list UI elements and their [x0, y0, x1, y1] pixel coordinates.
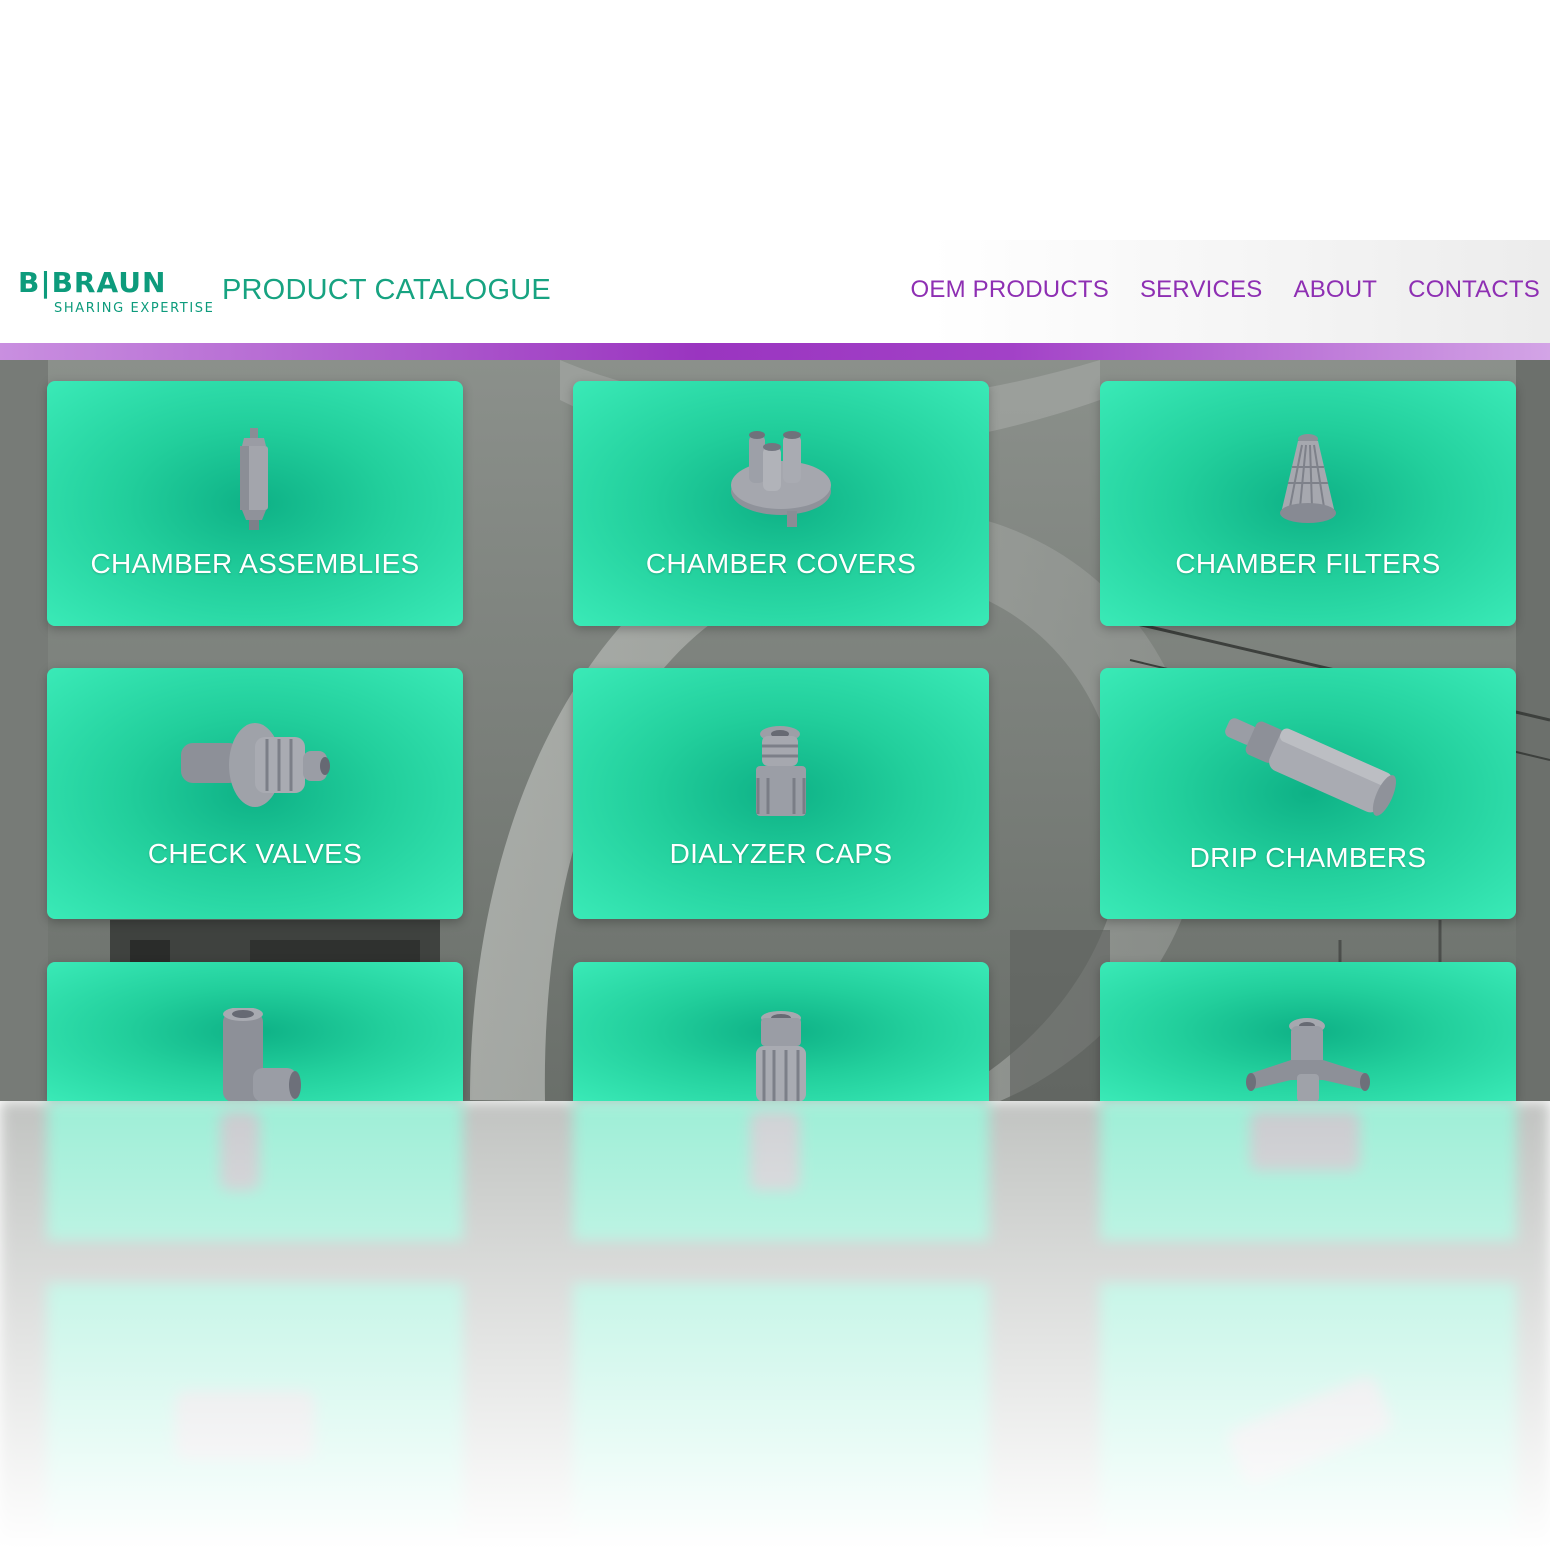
dialyzer-cap-icon	[756, 726, 806, 816]
reflection-fade	[0, 1101, 1550, 1550]
tile-chamber-filters[interactable]: CHAMBER FILTERS	[1100, 381, 1516, 626]
tile-luer-connectors[interactable]	[573, 962, 989, 1101]
tee-connector-icon	[223, 1008, 301, 1101]
tile-label: DIALYZER CAPS	[669, 838, 893, 869]
tile-chamber-covers[interactable]: CHAMBER COVERS	[573, 381, 989, 626]
drip-chamber-icon	[1225, 718, 1396, 816]
luer-connector-icon	[756, 1011, 806, 1101]
cross-connector-icon	[1246, 1018, 1370, 1101]
reflection-overlay	[0, 1101, 1550, 1550]
tile-chamber-assemblies[interactable]: CHAMBER ASSEMBLIES	[47, 381, 463, 626]
tile-label: CHAMBER FILTERS	[1175, 548, 1441, 579]
tile-label: CHAMBER COVERS	[645, 548, 917, 579]
chamber-cover-icon	[731, 431, 831, 527]
page: B|BRAUN SHARING EXPERTISE PRODUCT CATALO…	[0, 0, 1550, 1550]
tile-check-valves[interactable]: CHECK VALVES	[47, 668, 463, 919]
tile-label: DRIP CHAMBERS	[1189, 842, 1427, 873]
product-grid: CHAMBER ASSEMBLIES CHAMBER COVERS CHAMBE…	[0, 0, 1550, 1101]
tile-drip-chambers[interactable]: DRIP CHAMBERS	[1100, 668, 1516, 919]
check-valve-icon	[181, 723, 330, 807]
chamber-assembly-icon	[240, 428, 268, 530]
tile-cross-connectors[interactable]	[1100, 962, 1516, 1101]
tile-tee-connectors[interactable]	[47, 962, 463, 1101]
tile-label: CHECK VALVES	[147, 838, 363, 869]
tile-dialyzer-caps[interactable]: DIALYZER CAPS	[573, 668, 989, 919]
chamber-filter-icon	[1280, 434, 1336, 523]
tile-label: CHAMBER ASSEMBLIES	[90, 548, 420, 579]
